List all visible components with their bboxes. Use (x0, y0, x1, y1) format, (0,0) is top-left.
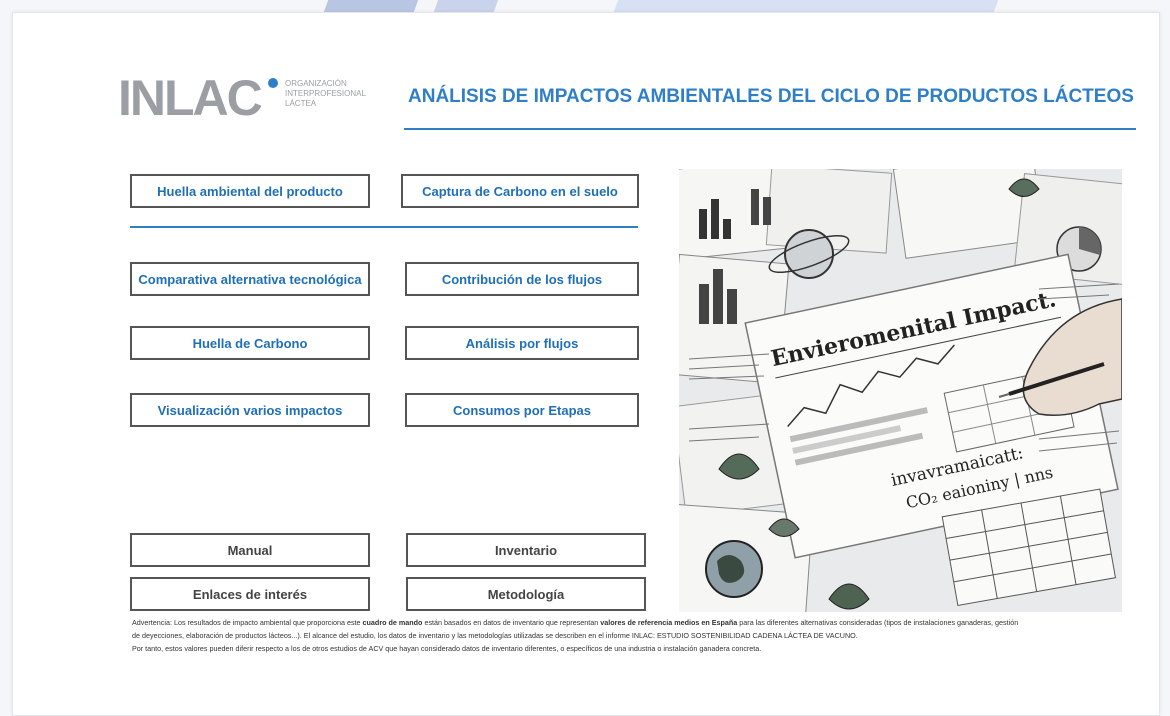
manual-button[interactable]: Manual (130, 533, 370, 567)
visualizacion-impactos-button[interactable]: Visualización varios impactos (130, 393, 370, 427)
captura-carbono-button[interactable]: Captura de Carbono en el suelo (401, 174, 639, 208)
analisis-flujos-button[interactable]: Análisis por flujos (405, 326, 639, 360)
page-title: ANÁLISIS DE IMPACTOS AMBIENTALES DEL CIC… (408, 86, 1134, 107)
logo-subline: LÁCTEA (285, 99, 317, 108)
disclaimer-part: Advertencia: Los resultados de impacto a… (132, 618, 363, 627)
inventario-button[interactable]: Inventario (406, 533, 646, 567)
disclaimer-line-2: de deyecciones, elaboración de productos… (132, 631, 858, 640)
contribucion-flujos-button[interactable]: Contribución de los flujos (405, 262, 639, 296)
logo-subline: INTERPROFESIONAL (285, 89, 366, 98)
section-divider (130, 226, 638, 228)
disclaimer-line-3: Por tanto, estos valores pueden diferir … (132, 644, 762, 653)
disclaimer-part: están basados en datos de inventario que… (422, 618, 601, 627)
huella-carbono-button[interactable]: Huella de Carbono (130, 326, 370, 360)
inlac-logo: INLAC ORGANIZACIÓN INTERPROFESIONAL LÁCT… (118, 70, 378, 130)
logo-subline: ORGANIZACIÓN (285, 79, 347, 88)
logo-dot (268, 78, 278, 88)
logo-subtitle: ORGANIZACIÓN INTERPROFESIONAL LÁCTEA (285, 79, 385, 109)
disclaimer-text: Advertencia: Los resultados de impacto a… (132, 616, 1132, 655)
disclaimer-line-1: Advertencia: Los resultados de impacto a… (132, 616, 1132, 629)
disclaimer-part: para las diferentes alternativas conside… (737, 618, 1019, 627)
consumos-etapas-button[interactable]: Consumos por Etapas (405, 393, 639, 427)
environmental-impact-illustration: Envieromenital Impact. invavramaicatt: C… (679, 169, 1122, 612)
metodologia-button[interactable]: Metodología (406, 577, 646, 611)
logo-wordmark: INLAC (118, 70, 263, 126)
huella-ambiental-button[interactable]: Huella ambiental del producto (130, 174, 370, 208)
title-divider (404, 128, 1136, 130)
disclaimer-bold: valores de referencia medios en España (600, 618, 738, 627)
enlaces-interes-button[interactable]: Enlaces de interés (130, 577, 370, 611)
disclaimer-bold: cuadro de mando (362, 618, 423, 627)
comparativa-button[interactable]: Comparativa alternativa tecnológica (130, 262, 370, 296)
